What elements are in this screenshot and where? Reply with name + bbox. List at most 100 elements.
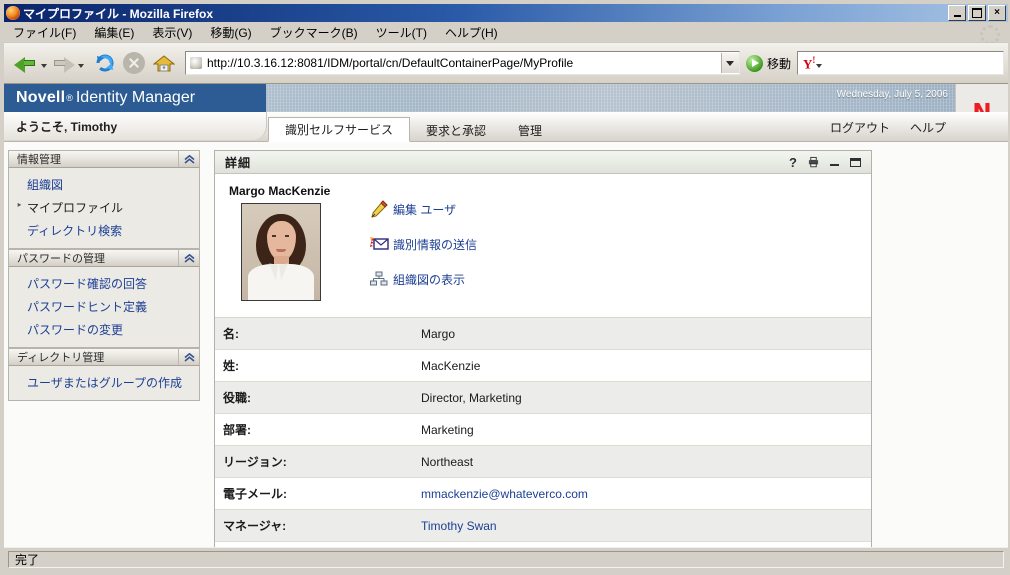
back-button[interactable] <box>14 53 38 73</box>
profile-identity: Margo MacKenzie <box>229 184 369 305</box>
home-icon <box>153 52 175 74</box>
header-links: ログアウト ヘルプ <box>830 119 946 136</box>
manager-link[interactable]: Timothy Swan <box>421 510 871 542</box>
help-link[interactable]: ヘルプ <box>910 119 946 136</box>
tab-administration[interactable]: 管理 <box>502 119 558 141</box>
table-row: マネージャ: Timothy Swan <box>215 510 871 542</box>
sidebar-group-password-management: パスワードの管理 パスワード確認の回答 パスワードヒント定義 パスワードの変更 <box>8 249 200 348</box>
reload-button[interactable] <box>94 52 116 74</box>
sidebar-group-header[interactable]: パスワードの管理 <box>8 249 200 267</box>
sidebar-navigation: 情報管理 組織図 マイプロファイル ディレクトリ検索 <box>4 142 200 548</box>
sidebar-item-change-password[interactable]: パスワードの変更 <box>9 318 199 341</box>
page-content: 情報管理 組織図 マイプロファイル ディレクトリ検索 <box>4 142 1008 548</box>
sidebar-group-directory-management: ディレクトリ管理 ユーザまたはグループの作成 <box>8 348 200 401</box>
menu-bookmarks[interactable]: ブックマーク(B) <box>261 22 367 43</box>
window-title: マイプロファイル - Mozilla Firefox <box>23 5 213 22</box>
maximize-icon[interactable] <box>850 158 861 167</box>
portal-tabstrip: ようこそ, Timothy 識別セルフサービス 要求と承認 管理 ログアウト ヘ… <box>4 112 1008 142</box>
minimize-icon[interactable] <box>830 164 839 166</box>
site-favicon-icon <box>190 57 202 69</box>
home-button[interactable] <box>153 52 175 74</box>
novell-n-icon: N <box>972 100 991 113</box>
detail-key: 電子メール: <box>215 478 421 510</box>
stop-button[interactable] <box>123 52 145 74</box>
go-button[interactable]: 移動 <box>746 55 791 72</box>
back-history-dropdown-icon[interactable] <box>41 64 47 68</box>
forward-button[interactable] <box>51 53 75 73</box>
maximize-window-button[interactable] <box>968 5 986 21</box>
url-input[interactable]: http://10.3.16.12:8081/IDM/portal/cn/Def… <box>207 56 721 70</box>
sidebar-group-header[interactable]: ディレクトリ管理 <box>8 348 200 366</box>
forward-arrow-icon <box>51 53 75 73</box>
portlet-header: 詳細 ? <box>215 151 871 174</box>
portlet-body: Margo MacKenzie <box>215 174 871 548</box>
send-identity-info-label: 識別情報の送信 <box>393 236 477 253</box>
email-link[interactable]: mmackenzie@whateverco.com <box>421 478 871 510</box>
back-arrow-icon <box>14 53 38 73</box>
main-area: 詳細 ? <box>200 142 1008 548</box>
detail-key: 部署: <box>215 414 421 446</box>
profile-detail-table: 名: Margo 姓: MacKenzie 役職: Director, Mark… <box>215 318 871 548</box>
profile-display-name: Margo MacKenzie <box>229 184 369 198</box>
detail-key: マネージャ: <box>215 510 421 542</box>
menu-help[interactable]: ヘルプ(H) <box>436 22 507 43</box>
search-engine-dropdown-icon[interactable] <box>816 64 822 68</box>
menu-view[interactable]: 表示(V) <box>143 22 201 43</box>
sidebar-item-org-chart[interactable]: 組織図 <box>9 173 199 196</box>
edit-user-action[interactable]: 編集 ユーザ <box>369 200 477 218</box>
table-row: 姓: MacKenzie <box>215 350 871 382</box>
minimize-window-button[interactable] <box>948 5 966 21</box>
sidebar-item-create-user-or-group[interactable]: ユーザまたはグループの作成 <box>9 371 199 394</box>
print-icon[interactable] <box>808 157 819 168</box>
detail-value: Marketing <box>421 414 871 446</box>
sidebar-item-password-hint-definition[interactable]: パスワードヒント定義 <box>9 295 199 318</box>
collapse-chevron-icon[interactable] <box>178 349 199 365</box>
search-bar[interactable]: Y! <box>797 51 1004 75</box>
help-icon[interactable]: ? <box>789 156 797 169</box>
brand-company: Novell <box>16 89 65 107</box>
menu-go[interactable]: 移動(G) <box>201 22 260 43</box>
throbber-icon <box>980 25 1000 45</box>
brand-banner: Novell ® Identity Manager Wednesday, Jul… <box>4 84 1008 112</box>
detail-value: Northeast <box>421 446 871 478</box>
current-date: Wednesday, July 5, 2006 <box>837 89 948 100</box>
sidebar-item-directory-search[interactable]: ディレクトリ検索 <box>9 219 199 242</box>
menu-edit[interactable]: 編集(E) <box>85 22 143 43</box>
close-window-button[interactable]: × <box>988 5 1006 21</box>
detail-value: MacKenzie <box>421 350 871 382</box>
novell-logo: N <box>955 84 1008 112</box>
tab-requests-approvals[interactable]: 要求と承認 <box>410 119 502 141</box>
collapse-chevron-icon[interactable] <box>178 250 199 266</box>
menu-bar: ファイル(F) 編集(E) 表示(V) 移動(G) ブックマーク(B) ツール(… <box>4 22 1008 43</box>
forward-history-dropdown-icon[interactable] <box>78 64 84 68</box>
detail-key: リージョン: <box>215 446 421 478</box>
detail-key: 名: <box>215 318 421 350</box>
table-row: 役職: Director, Marketing <box>215 382 871 414</box>
logout-link[interactable]: ログアウト <box>830 119 890 136</box>
navigation-toolbar: http://10.3.16.12:8081/IDM/portal/cn/Def… <box>4 43 1008 84</box>
send-identity-info-action[interactable]: 識別情報の送信 <box>369 235 477 253</box>
tab-identity-self-service[interactable]: 識別セルフサービス <box>268 117 410 142</box>
brand-title: Novell ® Identity Manager <box>4 84 266 112</box>
sidebar-group-title: パスワードの管理 <box>9 250 178 266</box>
detail-value: Director, Marketing <box>421 382 871 414</box>
detail-key: 役職: <box>215 382 421 414</box>
view-org-chart-action[interactable]: 組織図の表示 <box>369 270 477 288</box>
portlet-title: 詳細 <box>215 154 789 171</box>
sidebar-item-password-challenge-response[interactable]: パスワード確認の回答 <box>9 272 199 295</box>
url-history-dropdown[interactable] <box>721 53 739 73</box>
page-viewport: Novell ® Identity Manager Wednesday, Jul… <box>4 84 1008 548</box>
sidebar-group-header[interactable]: 情報管理 <box>8 150 200 168</box>
brand-product: Identity Manager <box>76 89 195 107</box>
sidebar-item-my-profile[interactable]: マイプロファイル <box>9 196 199 219</box>
envelope-icon <box>369 235 389 253</box>
browser-window: マイプロファイル - Mozilla Firefox × ファイル(F) 編集(… <box>0 0 1010 575</box>
profile-actions: 編集 ユーザ <box>369 184 477 305</box>
menu-file[interactable]: ファイル(F) <box>4 22 85 43</box>
sidebar-group-body: ユーザまたはグループの作成 <box>8 366 200 401</box>
view-org-chart-label: 組織図の表示 <box>393 271 465 288</box>
url-bar[interactable]: http://10.3.16.12:8081/IDM/portal/cn/Def… <box>185 51 740 75</box>
collapse-chevron-icon[interactable] <box>178 151 199 167</box>
menu-tools[interactable]: ツール(T) <box>367 22 436 43</box>
org-chart-icon <box>369 270 389 288</box>
